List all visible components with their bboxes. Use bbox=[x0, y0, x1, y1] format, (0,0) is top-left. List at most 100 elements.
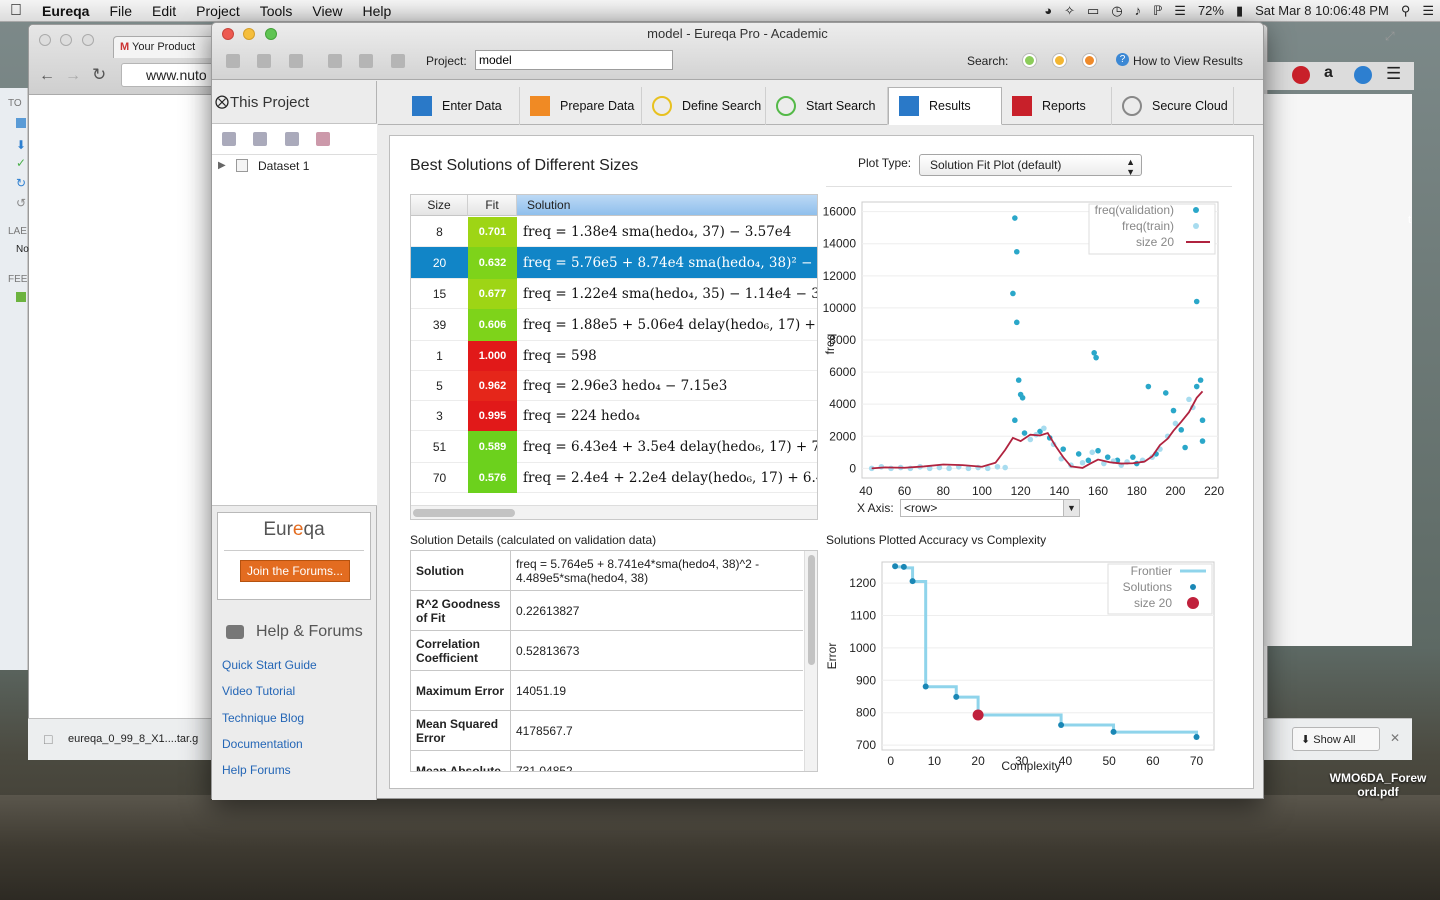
scrollbar-thumb[interactable] bbox=[808, 555, 815, 665]
table-row[interactable]: 8 0.701 freq = 1.38e4 sma(hedo₄, 37) − 3.5… bbox=[411, 217, 817, 247]
tab-reports[interactable]: Reports bbox=[1002, 87, 1112, 125]
extensions-icon[interactable]: ✧ bbox=[1064, 3, 1075, 19]
battery-percent[interactable]: 72% bbox=[1198, 3, 1224, 18]
details-value[interactable]: freq = 5.764e5 + 8.741e4*sma(hedo4, 38)^… bbox=[511, 551, 803, 590]
refresh-icon[interactable]: ↻ bbox=[16, 176, 26, 190]
tab-start-search[interactable]: Start Search bbox=[766, 87, 888, 125]
tab-results[interactable]: Results bbox=[888, 87, 1002, 125]
globe-icon[interactable]: ◕ bbox=[1044, 3, 1052, 18]
tab-define-search[interactable]: Define Search bbox=[642, 87, 766, 125]
solution-point[interactable] bbox=[1193, 734, 1200, 741]
details-value[interactable]: 14051.19 bbox=[511, 671, 803, 710]
accuracy-complexity-plot[interactable]: 7008009001000110012000 10 20 30 40 50 60 70 Fro… bbox=[822, 554, 1228, 774]
delete-dataset-icon[interactable] bbox=[316, 132, 331, 146]
search-start-icon[interactable] bbox=[1023, 54, 1036, 67]
show-all-button[interactable]: ⬇ Show All bbox=[1292, 727, 1380, 751]
details-scrollbar[interactable] bbox=[804, 551, 817, 771]
check-icon[interactable]: ✓ bbox=[16, 156, 26, 170]
download-filename[interactable]: eureqa_0_99_8_X1....tar.g bbox=[68, 733, 198, 745]
x-axis-select[interactable]: <row> ▼ bbox=[900, 499, 1080, 517]
undo-icon[interactable]: ↺ bbox=[16, 196, 26, 210]
expand-icon[interactable]: ▶ bbox=[218, 160, 226, 171]
col-solution[interactable]: Solution bbox=[517, 195, 817, 216]
video-tutorial-link[interactable]: Video Tutorial bbox=[222, 684, 295, 698]
clock[interactable]: Sat Mar 8 10:06:48 PM bbox=[1255, 3, 1389, 18]
table-row[interactable]: 15 0.677 freq = 1.22e4 sma(hedo₄, 35) − 1.… bbox=[411, 279, 817, 309]
extension-icon[interactable] bbox=[1354, 66, 1372, 84]
search-pause-icon[interactable] bbox=[1053, 54, 1066, 67]
sidebar-icon[interactable] bbox=[16, 118, 26, 128]
menu-edit[interactable]: Edit bbox=[142, 0, 186, 22]
table-row[interactable]: 39 0.606 freq = 1.88e5 + 5.06e4 delay(hedo… bbox=[411, 309, 817, 341]
join-forums-button[interactable]: Join the Forums... bbox=[240, 560, 350, 582]
menu-project[interactable]: Project bbox=[186, 0, 250, 22]
table-row[interactable]: 3 0.995 freq = 224 hedo₄ bbox=[411, 401, 817, 431]
back-icon[interactable]: ← bbox=[39, 67, 55, 85]
table-row[interactable]: 70 0.576 freq = 2.4e4 + 2.2e4 delay(hedo₆,… bbox=[411, 463, 817, 493]
search-dataset-icon[interactable] bbox=[253, 132, 268, 146]
airplay-icon[interactable]: ▭ bbox=[1087, 3, 1099, 19]
new-project-icon[interactable] bbox=[226, 54, 240, 68]
cut-icon[interactable] bbox=[328, 54, 343, 68]
fullscreen-icon[interactable]: ⤢ bbox=[1385, 29, 1395, 44]
paste-icon[interactable] bbox=[390, 54, 405, 68]
scrollbar-thumb[interactable] bbox=[413, 509, 515, 517]
how-to-view-results-link[interactable]: How to View Results bbox=[1133, 54, 1243, 68]
details-value[interactable]: 0.22613827 bbox=[511, 591, 803, 630]
menu-tools[interactable]: Tools bbox=[250, 0, 303, 22]
table-row[interactable]: 1 1.000 freq = 598 bbox=[411, 341, 817, 371]
table-row[interactable]: 20 0.632 freq = 5.76e5 + 8.74e4 sma(hedo₄,… bbox=[411, 247, 817, 279]
solution-point[interactable] bbox=[909, 578, 916, 585]
project-name-input[interactable] bbox=[475, 50, 673, 70]
time-machine-icon[interactable]: ◷ bbox=[1111, 3, 1122, 19]
table-row[interactable]: 51 0.589 freq = 6.43e4 + 3.5e4 delay(hedo₆… bbox=[411, 431, 817, 463]
table-scrollbar[interactable] bbox=[411, 505, 817, 519]
technique-blog-link[interactable]: Technique Blog bbox=[222, 711, 304, 725]
tab-enter-data[interactable]: Enter Data bbox=[402, 87, 520, 125]
documentation-link[interactable]: Documentation bbox=[222, 737, 303, 751]
forward-icon[interactable]: → bbox=[65, 67, 81, 85]
solution-point[interactable] bbox=[1110, 728, 1117, 735]
open-project-icon[interactable] bbox=[257, 54, 272, 68]
solution-point[interactable] bbox=[1058, 722, 1065, 729]
volume-icon[interactable]: ♪ bbox=[1135, 3, 1142, 18]
plot-type-select[interactable]: Solution Fit Plot (default) ▲ ▼ bbox=[919, 154, 1142, 177]
details-value[interactable]: 731.04852 bbox=[511, 751, 803, 772]
amazon-icon[interactable]: a bbox=[1324, 64, 1333, 82]
help-icon[interactable]: ? bbox=[1116, 53, 1129, 66]
bluetooth-icon[interactable]: ℙ bbox=[1153, 3, 1162, 19]
details-value[interactable]: 4178567.7 bbox=[511, 711, 803, 750]
selected-solution-point[interactable] bbox=[972, 709, 984, 721]
details-value[interactable]: 0.52813673 bbox=[511, 631, 803, 670]
menu-view[interactable]: View bbox=[302, 0, 352, 22]
help-forums-link[interactable]: Help Forums bbox=[222, 763, 291, 777]
solution-point[interactable] bbox=[922, 683, 929, 690]
close-project-icon[interactable]: ⨂ bbox=[215, 93, 229, 110]
add-dataset-icon[interactable] bbox=[222, 132, 236, 146]
adblock-icon[interactable] bbox=[1292, 66, 1310, 84]
search-stop-icon[interactable] bbox=[1083, 54, 1096, 67]
solution-point[interactable] bbox=[900, 563, 907, 570]
menu-help[interactable]: Help bbox=[353, 0, 402, 22]
table-row[interactable]: 5 0.962 freq = 2.96e3 hedo₄ − 7.15e3 bbox=[411, 371, 817, 401]
tab-secure-cloud[interactable]: Secure Cloud bbox=[1112, 87, 1234, 125]
save-project-icon[interactable] bbox=[288, 54, 303, 68]
apple-icon[interactable]:  bbox=[0, 0, 32, 22]
quick-start-link[interactable]: Quick Start Guide bbox=[222, 658, 317, 672]
menu-icon[interactable]: ☰ bbox=[1386, 64, 1401, 84]
solution-point[interactable] bbox=[953, 693, 960, 700]
rss-icon[interactable] bbox=[16, 292, 26, 302]
tree-item-dataset[interactable]: Dataset 1 bbox=[258, 159, 309, 173]
wifi-icon[interactable]: ☰ bbox=[1174, 3, 1186, 19]
url-bar[interactable]: www.nuto bbox=[121, 63, 221, 87]
menu-app[interactable]: Eureqa bbox=[32, 0, 99, 22]
tab-prepare-data[interactable]: Prepare Data bbox=[520, 87, 642, 125]
solution-fit-plot[interactable]: 020004000600080001000012000140001600040 6… bbox=[822, 198, 1228, 518]
notification-center-icon[interactable]: ☰ bbox=[1422, 3, 1434, 19]
spotlight-icon[interactable]: ⚲ bbox=[1401, 3, 1411, 19]
menu-file[interactable]: File bbox=[99, 0, 142, 22]
reload-icon[interactable]: ↻ bbox=[92, 65, 106, 85]
col-size[interactable]: Size bbox=[411, 195, 468, 216]
desktop-file-label[interactable]: WMO6DA_Forew ord.pdf bbox=[1320, 771, 1436, 799]
col-fit[interactable]: Fit bbox=[468, 195, 517, 216]
